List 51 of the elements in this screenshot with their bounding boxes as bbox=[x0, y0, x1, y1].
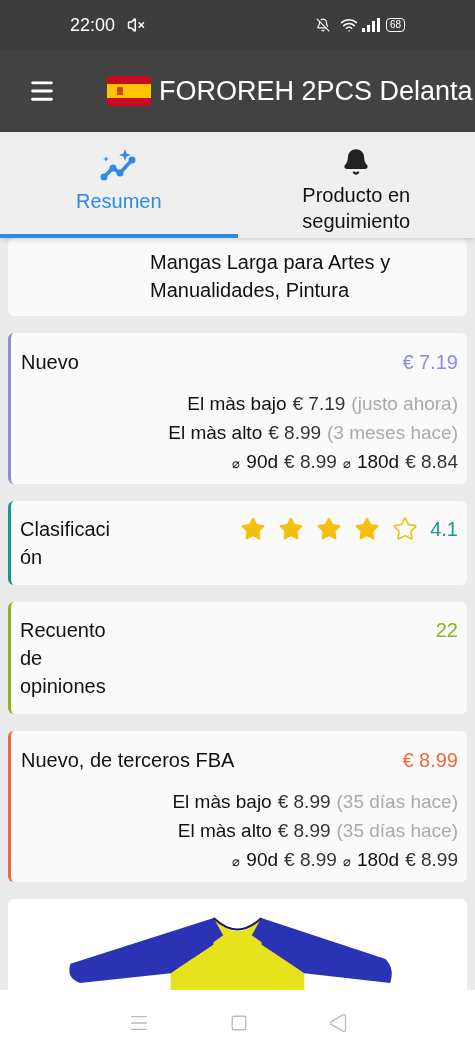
star-icon bbox=[278, 516, 305, 542]
home-icon[interactable] bbox=[229, 1014, 248, 1032]
price-stat-time: (3 meses hace) bbox=[327, 421, 458, 445]
metric-value: 4.1 bbox=[430, 517, 458, 542]
price-stat-time: (justo ahora) bbox=[351, 392, 458, 416]
notifications-off-icon bbox=[315, 18, 330, 32]
average-price: € 8.99 bbox=[284, 848, 337, 872]
star-icon bbox=[316, 516, 343, 542]
metric-value: 22 bbox=[435, 618, 458, 643]
price-stat-time: (35 días hace) bbox=[336, 790, 458, 814]
signal-icon bbox=[361, 18, 380, 32]
star-icon bbox=[354, 516, 381, 542]
price-stat-value: € 8.99 bbox=[277, 790, 331, 814]
sparkle-chart-icon bbox=[99, 148, 138, 182]
average-price: € 8.84 bbox=[405, 450, 458, 474]
average-price: € 8.99 bbox=[405, 848, 458, 872]
status-time: 22:00 bbox=[70, 13, 116, 37]
price-stat-value: € 8.99 bbox=[268, 421, 322, 445]
price-stat-time: (35 días hace) bbox=[336, 819, 458, 843]
current-price: € 8.99 bbox=[402, 748, 458, 773]
wifi-icon bbox=[339, 16, 358, 34]
metric-label: Clasificación bbox=[20, 517, 112, 570]
price-stat-label: El màs bajo bbox=[187, 392, 287, 416]
average-period: 90d bbox=[246, 848, 279, 872]
price-stat-label: El màs alto bbox=[168, 421, 263, 445]
back-icon[interactable] bbox=[327, 1013, 348, 1033]
mute-icon bbox=[127, 16, 146, 34]
price-stat-value: € 8.99 bbox=[277, 819, 331, 843]
average-price: € 8.99 bbox=[284, 450, 337, 474]
average-symbol: ⌀ bbox=[342, 853, 351, 871]
average-symbol: ⌀ bbox=[232, 455, 241, 473]
price-label: Nuevo bbox=[21, 350, 79, 375]
price-label: Nuevo, de terceros FBA bbox=[21, 748, 235, 773]
average-period: 180d bbox=[356, 848, 400, 872]
star-icon bbox=[392, 516, 419, 542]
battery-indicator: 68 bbox=[385, 18, 405, 32]
average-period: 90d bbox=[246, 450, 279, 474]
current-price: € 7.19 bbox=[402, 350, 458, 375]
price-stat-label: El màs bajo bbox=[172, 790, 272, 814]
product-title-line: Mangas Larga para Artes y bbox=[150, 250, 392, 275]
app-title: FOROREH 2PCS Delanta bbox=[159, 74, 473, 108]
spain-flag-icon bbox=[107, 76, 151, 106]
price-stat-value: € 7.19 bbox=[292, 392, 346, 416]
product-title-line: Manualidades, Pintura bbox=[150, 278, 350, 303]
average-symbol: ⌀ bbox=[232, 853, 241, 871]
average-symbol: ⌀ bbox=[342, 455, 351, 473]
star-icon bbox=[240, 516, 267, 542]
price-stat-label: El màs alto bbox=[177, 819, 272, 843]
average-period: 180d bbox=[356, 450, 400, 474]
metric-label: Recuento de opiniones bbox=[20, 618, 107, 699]
tab[interactable]: Producto en seguimiento bbox=[237, 132, 475, 238]
